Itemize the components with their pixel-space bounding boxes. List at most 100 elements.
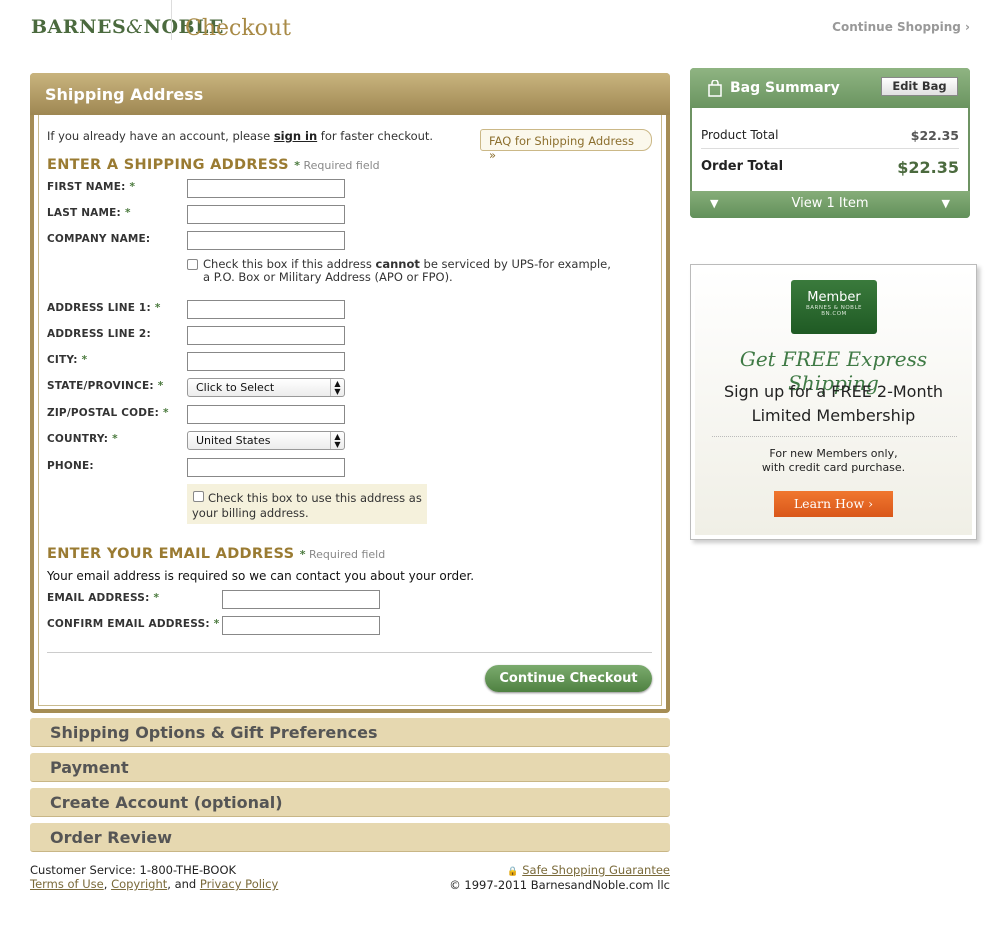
form-divider (47, 652, 652, 653)
first-name-label-text: FIRST NAME: (47, 181, 126, 193)
copyright-text: © 1997-2011 BarnesandNoble.com llc (449, 878, 670, 892)
email-section-heading: ENTER YOUR EMAIL ADDRESS (47, 546, 295, 562)
step-order-review[interactable]: Order Review (30, 823, 670, 852)
address-line1-label-text: ADDRESS LINE 1: (47, 302, 151, 314)
step-shipping-options[interactable]: Shipping Options & Gift Preferences (30, 718, 670, 747)
state-label-text: STATE/PROVINCE: (47, 380, 154, 392)
first-name-required: * (129, 181, 136, 193)
zip-required: * (162, 407, 169, 419)
last-name-label: LAST NAME: * (47, 207, 131, 219)
country-select-value: United States (196, 434, 271, 447)
faq-shipping-button[interactable]: FAQ for Shipping Address » (480, 129, 652, 162)
city-input[interactable] (187, 352, 345, 371)
product-total-label: Product Total (701, 128, 779, 142)
promo-sub-line1: Sign up for a FREE 2-Month (723, 382, 944, 401)
last-name-label-text: LAST NAME: (47, 207, 121, 219)
required-note: * Required field (294, 159, 379, 172)
state-select[interactable]: Click to Select ▲ ▼ (187, 378, 345, 397)
edit-bag-button[interactable]: Edit Bag (881, 77, 958, 96)
step-create-account[interactable]: Create Account (optional) (30, 788, 670, 817)
promo-divider (712, 436, 957, 437)
billing-text-line2: your billing address. (192, 506, 309, 520)
zip-label: ZIP/POSTAL CODE: * (47, 407, 169, 419)
address-line2-label: ADDRESS LINE 2: (47, 328, 151, 340)
first-name-label: FIRST NAME: * (47, 181, 135, 193)
intro-text-end: for faster checkout. (317, 129, 434, 143)
bag-summary-title: Bag Summary (730, 80, 840, 96)
country-select[interactable]: United States ▲ ▼ (187, 431, 345, 450)
step-payment[interactable]: Payment (30, 753, 670, 782)
learn-how-button[interactable]: Learn How › (774, 491, 893, 517)
ups-text-post: be serviced by UPS-for example, (419, 257, 611, 271)
address-line1-label: ADDRESS LINE 1: * (47, 302, 161, 314)
confirm-email-input[interactable] (222, 616, 380, 635)
copyright-link[interactable]: Copyright (111, 877, 167, 891)
country-label-text: COUNTRY: (47, 433, 109, 445)
promo-note: For new Members only, with credit card p… (695, 447, 972, 475)
legal-and: , and (167, 877, 200, 891)
phone-input[interactable] (187, 458, 345, 477)
promo-note-line1: For new Members only, (769, 447, 898, 460)
billing-checkbox-label: Check this box to use this address as yo… (192, 491, 424, 521)
customer-service-text: Customer Service: 1-800-THE-BOOK (30, 863, 237, 877)
promo-note-line2: with credit card purchase. (761, 461, 906, 474)
zip-input[interactable] (187, 405, 345, 424)
confirm-email-required: * (213, 618, 220, 630)
company-name-label: COMPANY NAME: (47, 233, 151, 245)
email-note: Your email address is required so we can… (47, 569, 475, 583)
city-required: * (81, 354, 88, 366)
required-text: Required field (299, 159, 380, 172)
header-divider (171, 0, 172, 40)
shipping-section-title: ENTER A SHIPPING ADDRESS * Required fiel… (47, 157, 380, 173)
confirm-email-label-text: CONFIRM EMAIL ADDRESS: (47, 618, 210, 630)
step-shipping-options-label: Shipping Options & Gift Preferences (50, 723, 378, 742)
last-name-input[interactable] (187, 205, 345, 224)
email-section-title: ENTER YOUR EMAIL ADDRESS * Required fiel… (47, 546, 385, 562)
phone-label: PHONE: (47, 460, 94, 472)
continue-shopping-link[interactable]: Continue Shopping › (832, 20, 970, 34)
lock-icon: 🔒 (507, 867, 519, 877)
page-title: Checkout (185, 16, 291, 41)
ups-checkbox-label: Check this box if this address cannot be… (203, 258, 611, 284)
logo-ampersand: & (126, 16, 144, 38)
view-items-toggle[interactable]: ▼ View 1 Item ▼ (690, 191, 970, 218)
ups-text-line2: a P.O. Box or Military Address (APO or F… (203, 270, 453, 284)
state-required: * (157, 380, 164, 392)
ups-text-pre: Check this box if this address (203, 257, 376, 271)
last-name-required: * (124, 207, 131, 219)
address-line1-required: * (154, 302, 161, 314)
legal-comma: , (103, 877, 112, 891)
logo-text-barnes: BARNES (31, 16, 127, 38)
select-arrows-icon: ▲ ▼ (330, 432, 344, 449)
sign-in-link[interactable]: sign in (274, 129, 317, 143)
product-total-value: $22.35 (910, 128, 959, 143)
required-text: Required field (305, 548, 386, 561)
country-label: COUNTRY: * (47, 433, 118, 445)
member-card-image: Member BARNES & NOBLE BN.COM (791, 280, 877, 334)
select-arrows-icon: ▲ ▼ (330, 379, 344, 396)
zip-label-text: ZIP/POSTAL CODE: (47, 407, 159, 419)
first-name-input[interactable] (187, 179, 345, 198)
safe-shopping: 🔒 Safe Shopping Guarantee (507, 863, 670, 877)
privacy-policy-link[interactable]: Privacy Policy (200, 877, 278, 891)
address-line2-input[interactable] (187, 326, 345, 345)
shipping-panel-header: Shipping Address (30, 73, 670, 115)
shipping-panel-title: Shipping Address (45, 85, 204, 104)
order-total-value: $22.35 (897, 158, 959, 177)
billing-text-line1: Check this box to use this address as (208, 491, 422, 505)
country-required: * (112, 433, 118, 445)
member-card-title: Member (807, 290, 861, 305)
safe-shopping-link[interactable]: Safe Shopping Guarantee (522, 863, 670, 877)
intro-text: If you already have an account, please (47, 129, 274, 143)
terms-of-use-link[interactable]: Terms of Use (30, 877, 104, 891)
ups-cannot-service-checkbox[interactable] (187, 259, 198, 270)
email-input[interactable] (222, 590, 380, 609)
view-items-label: View 1 Item (791, 196, 869, 211)
company-name-input[interactable] (187, 231, 345, 250)
promo-sub-line2: Limited Membership (751, 406, 916, 425)
state-label: STATE/PROVINCE: * (47, 380, 163, 392)
continue-checkout-button[interactable]: Continue Checkout (485, 665, 652, 692)
legal-links: Terms of Use, Copyright, and Privacy Pol… (30, 877, 278, 891)
address-line1-input[interactable] (187, 300, 345, 319)
step-create-account-label: Create Account (optional) (50, 793, 283, 812)
